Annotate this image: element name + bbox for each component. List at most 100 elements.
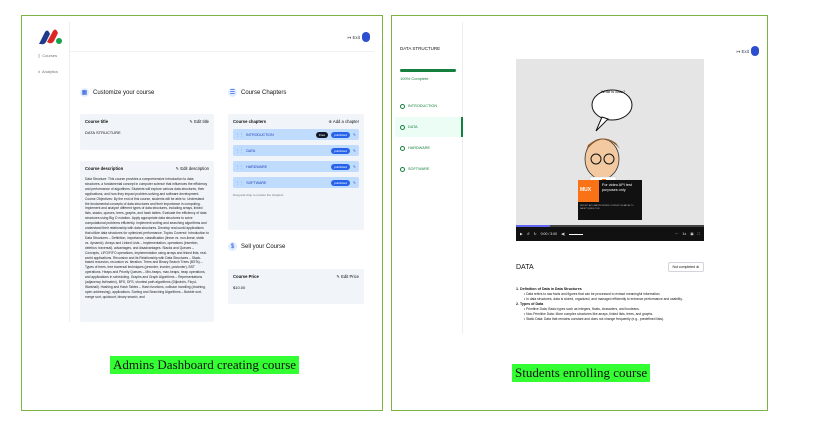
app-logo xyxy=(39,29,62,45)
fullscreen-icon[interactable]: ⛶ xyxy=(698,232,700,236)
logout-icon: ↦ xyxy=(736,49,741,54)
exit-label: Exit xyxy=(352,35,360,40)
add-chapter-button[interactable]: ⊕ Add a chapter xyxy=(328,119,359,124)
chapter-notes: 1. Definition of Data in Data Structures… xyxy=(516,287,704,322)
avatar[interactable] xyxy=(751,46,759,56)
sell-title: Sell your Course xyxy=(241,243,286,250)
student-panel: DATA STRUCTURE 100% Complete INTRODUCTIO… xyxy=(391,15,768,411)
chapter-badge: published xyxy=(331,179,350,186)
grip-icon[interactable]: ⋮⋮ xyxy=(236,165,243,169)
admin-screenshot: ▯ Courses ıl Analytics ↦ Exit ▦ Customize … xyxy=(32,22,374,322)
customize-section-title: ▦ Customize your course xyxy=(80,88,154,97)
add-chapter-label: Add a chapter xyxy=(332,119,359,124)
video-time: 0:00 / 3:00 xyxy=(540,232,558,236)
chapter-item[interactable]: INTRODUCTION xyxy=(395,96,463,116)
sidebar-item-analytics[interactable]: ıl Analytics xyxy=(38,69,58,74)
chapter-badge: published xyxy=(331,163,350,170)
course-price-value: $10.00 xyxy=(233,285,246,290)
pencil-icon[interactable]: ✎ xyxy=(353,165,356,169)
edit-title-button[interactable]: ✎ Edit title xyxy=(189,119,209,124)
edit-price-label: Edit Price xyxy=(341,274,359,279)
list-checks-icon: ☰ xyxy=(228,88,237,97)
grip-icon[interactable]: ⋮⋮ xyxy=(236,149,243,153)
chapter-row[interactable]: ⋮⋮ HARDWARE published ✎ xyxy=(233,161,359,172)
playback-speed[interactable]: 1x xyxy=(683,232,687,236)
pencil-icon[interactable]: ✎ xyxy=(353,181,356,185)
chapter-name: SOFTWARE xyxy=(246,180,267,185)
dollar-icon: $ xyxy=(228,242,237,251)
chapter-item[interactable]: SOFTWARE xyxy=(395,159,463,179)
chapters-section-title: ☰ Course Chapters xyxy=(228,88,286,97)
mux-notice: For video API test purposes only xyxy=(602,183,632,192)
reorder-hint: Drag and drop to reorder the chapters xyxy=(233,193,284,197)
mux-fineprint: REPORT ANY INAPPROPRIATE CONTENT OR ABUS… xyxy=(580,205,634,210)
pip-icon[interactable]: ▣ xyxy=(690,232,693,236)
course-title-value: DATA STRUCTURE xyxy=(85,130,121,135)
volume-slider[interactable] xyxy=(568,233,583,235)
sidebar-item-label: Courses xyxy=(42,53,58,58)
pencil-icon: ✎ xyxy=(175,166,180,171)
forward-icon[interactable]: ↻ xyxy=(534,232,537,236)
more-icon[interactable]: ⋯ xyxy=(675,232,679,236)
course-title-box: Course title ✎ Edit title DATA STRUCTURE xyxy=(80,114,214,150)
chapter-name: DATA xyxy=(246,148,256,153)
pencil-icon[interactable]: ✎ xyxy=(353,133,356,137)
course-chapters-box: Course chapters ⊕ Add a chapter ⋮⋮ INTRODU… xyxy=(228,114,364,230)
chapter-item-label: HARDWARE xyxy=(408,146,431,150)
chapter-name: HARDWARE xyxy=(246,164,268,169)
book-icon: ▯ xyxy=(38,53,41,58)
layout-dashboard-icon: ▦ xyxy=(80,88,89,97)
chapter-name: INTRODUCTION xyxy=(246,132,274,137)
chapter-item-label: DATA xyxy=(408,125,418,129)
course-description-box: Course description ✎ Edit description Dat… xyxy=(80,161,214,322)
customize-title: Customize your course xyxy=(93,89,155,96)
chapter-list: ⋮⋮ INTRODUCTION Free published ✎ ⋮⋮ DATA publis… xyxy=(233,129,359,188)
chapter-row[interactable]: ⋮⋮ SOFTWARE published ✎ xyxy=(233,177,359,188)
plus-circle-icon: ⊕ xyxy=(328,119,332,124)
edit-description-button[interactable]: ✎ Edit description xyxy=(176,166,209,171)
pencil-icon: ✎ xyxy=(336,274,340,279)
avatar[interactable] xyxy=(362,32,370,42)
video-player[interactable]: What is data? MUX For video API test pur… xyxy=(516,59,704,241)
course-price-box: Course Price ✎ Edit Price $10.00 xyxy=(228,269,364,304)
rewind-icon[interactable]: ↺ xyxy=(527,232,530,236)
chapter-badge: published xyxy=(331,147,350,154)
left-caption: Admins Dashboard creating course xyxy=(110,356,300,374)
grip-icon[interactable]: ⋮⋮ xyxy=(236,133,243,137)
student-screenshot: DATA STRUCTURE 100% Complete INTRODUCTIO… xyxy=(395,22,765,334)
sidebar-item-courses[interactable]: ▯ Courses xyxy=(38,53,57,58)
course-progress-bar xyxy=(400,69,456,72)
admin-panel: ▯ Courses ıl Analytics ↦ Exit ▦ Customize … xyxy=(21,15,383,411)
chapter-item[interactable]: DATA xyxy=(395,117,463,137)
course-description-label: Course description xyxy=(85,166,124,171)
course-title: DATA STRUCTURE xyxy=(400,46,441,51)
check-circle-icon xyxy=(400,124,405,130)
mark-complete-button[interactable]: Not completed ⊗ xyxy=(667,262,704,272)
chapters-title: Course Chapters xyxy=(241,89,287,96)
volume-icon[interactable]: ◀) xyxy=(561,232,565,236)
play-icon[interactable]: ▶ xyxy=(520,232,523,236)
edit-price-button[interactable]: ✎ Edit Price xyxy=(336,274,359,279)
right-caption: Students enrolling course xyxy=(512,364,651,382)
course-title-label: Course title xyxy=(85,119,109,124)
pencil-icon[interactable]: ✎ xyxy=(353,149,356,153)
student-sidebar: DATA STRUCTURE 100% Complete INTRODUCTIO… xyxy=(395,22,463,334)
admin-sidebar: ▯ Courses ıl Analytics xyxy=(32,22,70,322)
grip-icon[interactable]: ⋮⋮ xyxy=(236,181,243,185)
chapter-row[interactable]: ⋮⋮ DATA published ✎ xyxy=(233,145,359,156)
chapter-item[interactable]: HARDWARE xyxy=(395,138,463,158)
pencil-icon: ✎ xyxy=(189,119,193,124)
exit-button[interactable]: ↦ Exit xyxy=(736,49,749,55)
chapter-row[interactable]: ⋮⋮ INTRODUCTION Free published ✎ xyxy=(233,129,359,140)
chapter-item-label: SOFTWARE xyxy=(408,167,430,171)
chapter-header: DATA Not completed ⊗ xyxy=(516,262,704,272)
x-circle-icon: ⊗ xyxy=(696,265,699,269)
video-controls: ▶ ↺ ↻ 0:00 / 3:00 ◀) ⋯ 1x ▣ ⛶ xyxy=(516,227,704,241)
chapter-badge: published xyxy=(331,131,350,138)
admin-topbar: ↦ Exit xyxy=(70,22,374,52)
mux-logo: MUX xyxy=(580,187,592,193)
check-circle-icon xyxy=(400,145,405,151)
exit-button[interactable]: ↦ Exit xyxy=(347,35,360,41)
check-circle-icon xyxy=(400,166,405,172)
edit-description-label: Edit description xyxy=(180,166,209,171)
